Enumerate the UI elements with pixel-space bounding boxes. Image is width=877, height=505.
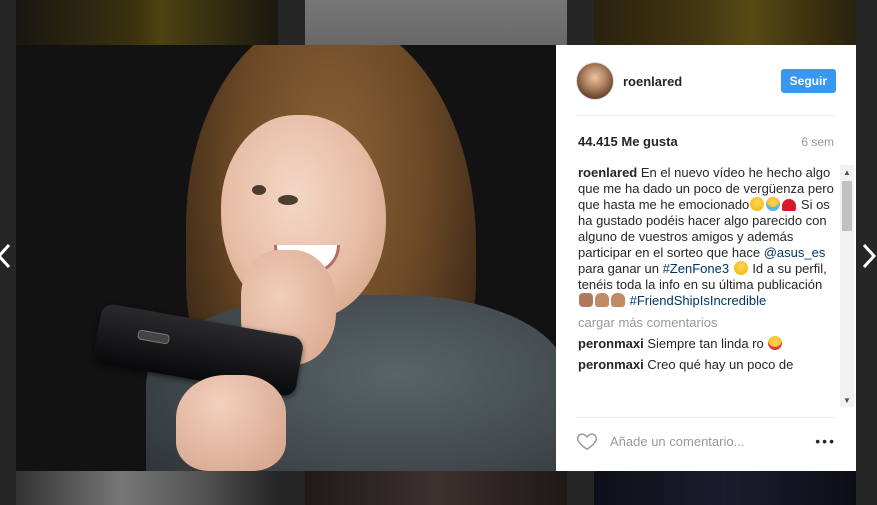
comments-scrollbar[interactable]: ▲ ▼ [840,165,854,407]
background-post-thumbnail[interactable] [16,471,278,505]
next-post-arrow[interactable] [859,238,877,274]
heart-eyes-icon [768,336,783,350]
comment-username[interactable]: peronmaxi [578,357,644,372]
scroll-down-arrow[interactable]: ▼ [840,393,854,407]
caption-username[interactable]: roenlared [578,165,637,180]
scroll-thumb[interactable] [842,181,852,231]
heart-outline-icon[interactable] [576,430,598,452]
username-link[interactable]: roenlared [623,74,682,89]
comments-list: roenlared En el nuevo vídeo he hecho alg… [578,165,840,407]
follow-button[interactable]: Seguir [780,69,836,93]
chevron-right-icon [862,243,876,269]
comment: peronmaxi Creo qué hay un poco de [578,357,840,373]
comment: peronmaxi Siempre tan linda ro [578,336,840,352]
comment-username[interactable]: peronmaxi [578,336,644,351]
comment-bar: ••• [576,429,836,453]
mention-link[interactable]: @asus_es [764,245,826,260]
avatar[interactable] [576,62,614,100]
post-header: roenlared Seguir [576,61,836,101]
more-options-icon[interactable]: ••• [815,433,836,449]
blushing-face-icon [750,197,765,211]
previous-post-arrow[interactable] [0,238,14,274]
background-post-thumbnail[interactable] [594,0,856,45]
post-photo[interactable] [16,45,556,471]
post-modal: roenlared Seguir 44.415 Me gusta 6 sem r… [16,45,856,471]
caption: roenlared En el nuevo vídeo he hecho alg… [578,165,840,309]
hashtag-link[interactable]: #ZenFone3 [663,261,730,276]
scroll-up-arrow[interactable]: ▲ [840,165,854,179]
add-comment-input[interactable] [608,432,816,450]
chevron-left-icon [0,243,11,269]
post-age[interactable]: 6 sem [801,135,834,149]
comment-text: Siempre tan linda ro [647,336,768,351]
crying-face-icon [766,197,781,211]
background-post-thumbnail[interactable] [594,471,856,505]
caption-text: para ganar un [578,261,663,276]
load-more-comments[interactable]: cargar más comentarios [578,315,840,331]
background-post-thumbnail[interactable] [16,0,278,45]
hashtag-link[interactable]: #FriendShipIsIncredible [630,293,767,308]
divider [576,115,836,116]
likes-row: 44.415 Me gusta 6 sem [578,134,834,149]
grinning-face-icon [733,261,748,275]
comment-text: Creo qué hay un poco de [647,357,794,372]
flexed-biceps-icon [611,293,625,307]
divider [576,417,836,418]
likes-count[interactable]: 44.415 Me gusta [578,134,678,149]
flexed-biceps-icon [595,293,609,307]
heart-icon [782,199,797,211]
post-details-panel: roenlared Seguir 44.415 Me gusta 6 sem r… [556,45,856,471]
background-post-thumbnail[interactable] [305,471,567,505]
background-post-thumbnail[interactable] [305,0,567,45]
clapping-hands-icon [579,293,593,307]
